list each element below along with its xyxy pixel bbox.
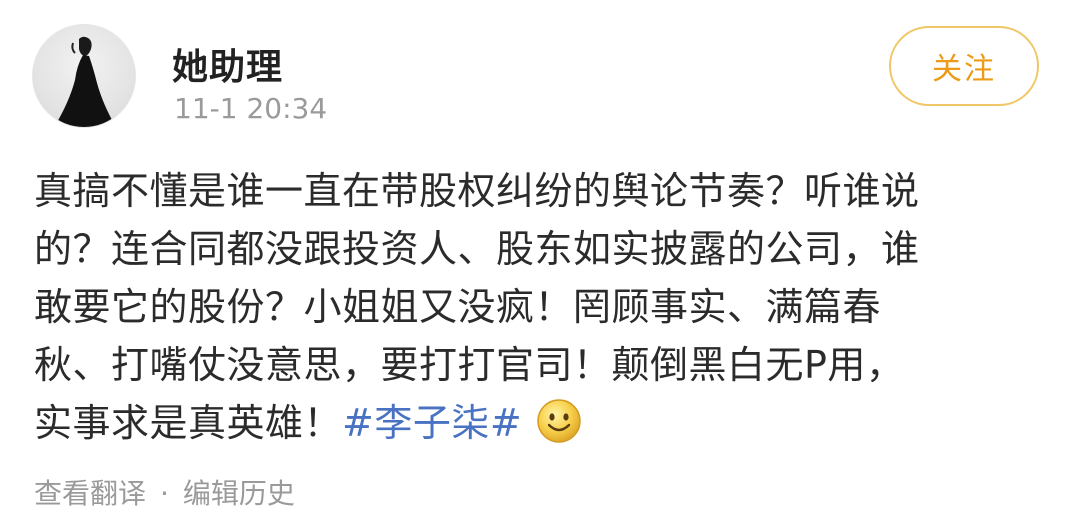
edit-history-link[interactable]: 编辑历史	[183, 477, 295, 510]
content-line-last: 实事求是真英雄！#李子柒#	[34, 394, 1044, 452]
footer-separator: ·	[160, 477, 169, 510]
avatar-silhouette-icon	[54, 36, 116, 127]
content-line: 秋、打嘴仗没意思，要打打官司！颠倒黑白无P用，	[34, 343, 905, 387]
post-footer: 查看翻译 · 编辑历史	[34, 472, 295, 512]
author-name[interactable]: 她助理	[172, 38, 283, 90]
content-line: 的？连合同都没跟投资人、股东如实披露的公司，谁	[34, 227, 920, 271]
follow-button[interactable]: 关注	[889, 26, 1039, 106]
weibo-post: 她助理 11-1 20:34 关注 真搞不懂是谁一直在带股权纠纷的舆论节奏？听谁…	[0, 0, 1080, 528]
content-text: 实事求是真英雄！	[34, 401, 343, 445]
smiley-emoji-icon	[537, 399, 581, 443]
post-timestamp: 11-1 20:34	[174, 92, 328, 125]
hashtag-link[interactable]: #李子柒#	[342, 401, 522, 445]
content-line: 真搞不懂是谁一直在带股权纠纷的舆论节奏？听谁说	[34, 169, 920, 213]
content-line: 敢要它的股份？小姐姐又没疯！罔顾事实、满篇春	[34, 285, 882, 329]
translate-link[interactable]: 查看翻译	[34, 477, 146, 510]
post-content: 真搞不懂是谁一直在带股权纠纷的舆论节奏？听谁说 的？连合同都没跟投资人、股东如实…	[34, 162, 1044, 452]
avatar[interactable]	[32, 24, 136, 128]
